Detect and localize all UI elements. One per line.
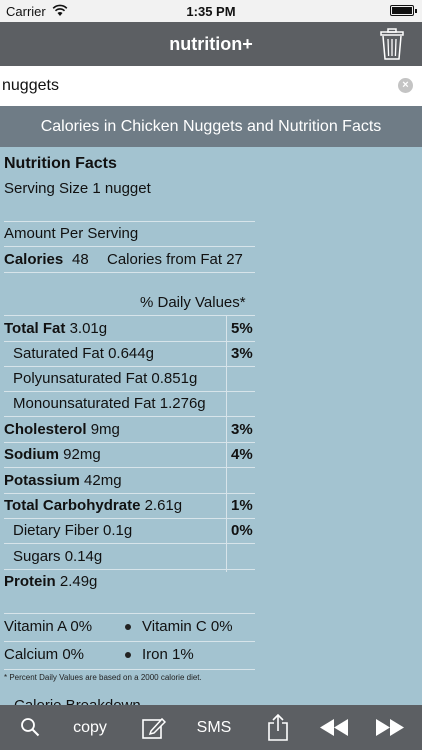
footnote: * Percent Daily Values are based on a 20… [4, 673, 202, 682]
nutrient-row: Sodium 92mg [4, 446, 101, 463]
nav-title: nutrition+ [169, 34, 253, 54]
nutrient-row: Potassium 42mg [4, 472, 122, 489]
bullet-icon [125, 652, 131, 658]
edit-icon [142, 717, 166, 739]
page-title: Calories in Chicken Nuggets and Nutritio… [0, 106, 422, 147]
battery-icon [390, 5, 417, 16]
nutrient-dv: 3% [231, 421, 253, 438]
nutrient-row: Monounsaturated Fat 1.276g [13, 395, 206, 412]
bottom-toolbar: copy SMS [0, 705, 422, 750]
serving-size: Serving Size 1 nugget [4, 180, 151, 197]
edit-button[interactable] [134, 705, 174, 750]
nutrient-row: Protein 2.49g [4, 573, 98, 590]
facts-heading: Nutrition Facts [4, 155, 117, 172]
clear-icon[interactable]: × [398, 78, 413, 93]
nutrient-dv: 5% [231, 320, 253, 337]
next-button[interactable] [368, 705, 412, 750]
sms-button[interactable]: SMS [188, 705, 240, 750]
nutrient-row: Sugars 0.14g [13, 548, 103, 565]
search-icon [21, 718, 40, 737]
nutrient-dv: 0% [231, 522, 253, 539]
nutrient-row: Saturated Fat 0.644g [13, 345, 154, 362]
copy-button[interactable]: copy [64, 705, 116, 750]
nutrient-dv: 4% [231, 446, 253, 463]
share-button[interactable] [258, 705, 298, 750]
calories-value: 48 [72, 251, 89, 268]
nutrient-row: Dietary Fiber 0.1g [13, 522, 133, 539]
calories-from-fat: Calories from Fat 27 [107, 251, 243, 268]
nutrient-dv: 3% [231, 345, 253, 362]
calcium: Calcium 0% [4, 646, 85, 663]
iron: Iron 1% [142, 646, 194, 663]
nutrient-row: Polyunsaturated Fat 0.851g [13, 370, 198, 387]
share-icon [268, 713, 288, 741]
nutrient-row: Total Carbohydrate 2.61g [4, 497, 183, 514]
calories-label: Calories [4, 251, 64, 268]
status-time: 1:35 PM [186, 4, 236, 19]
nutrient-row: Cholesterol 9mg [4, 421, 120, 438]
search-input[interactable] [0, 66, 390, 106]
nutrient-dv: 1% [231, 497, 253, 514]
nutrient-row: Total Fat 3.01g [4, 320, 108, 337]
amount-per-serving: Amount Per Serving [4, 225, 139, 242]
previous-button[interactable] [312, 705, 356, 750]
search-button[interactable] [10, 705, 50, 750]
search-row: × [0, 66, 422, 106]
nav-bar: nutrition+ [0, 22, 422, 66]
vitamin-c: Vitamin C 0% [142, 618, 233, 635]
status-bar: Carrier 1:35 PM [0, 0, 422, 22]
calorie-breakdown-heading: Calorie Breakdown [14, 696, 141, 705]
daily-values-header: % Daily Values* [140, 294, 246, 311]
trash-icon[interactable] [380, 28, 404, 60]
vitamin-a: Vitamin A 0% [4, 618, 93, 635]
fast-forward-icon [376, 719, 404, 736]
rewind-icon [320, 719, 348, 736]
bullet-icon [125, 624, 131, 630]
